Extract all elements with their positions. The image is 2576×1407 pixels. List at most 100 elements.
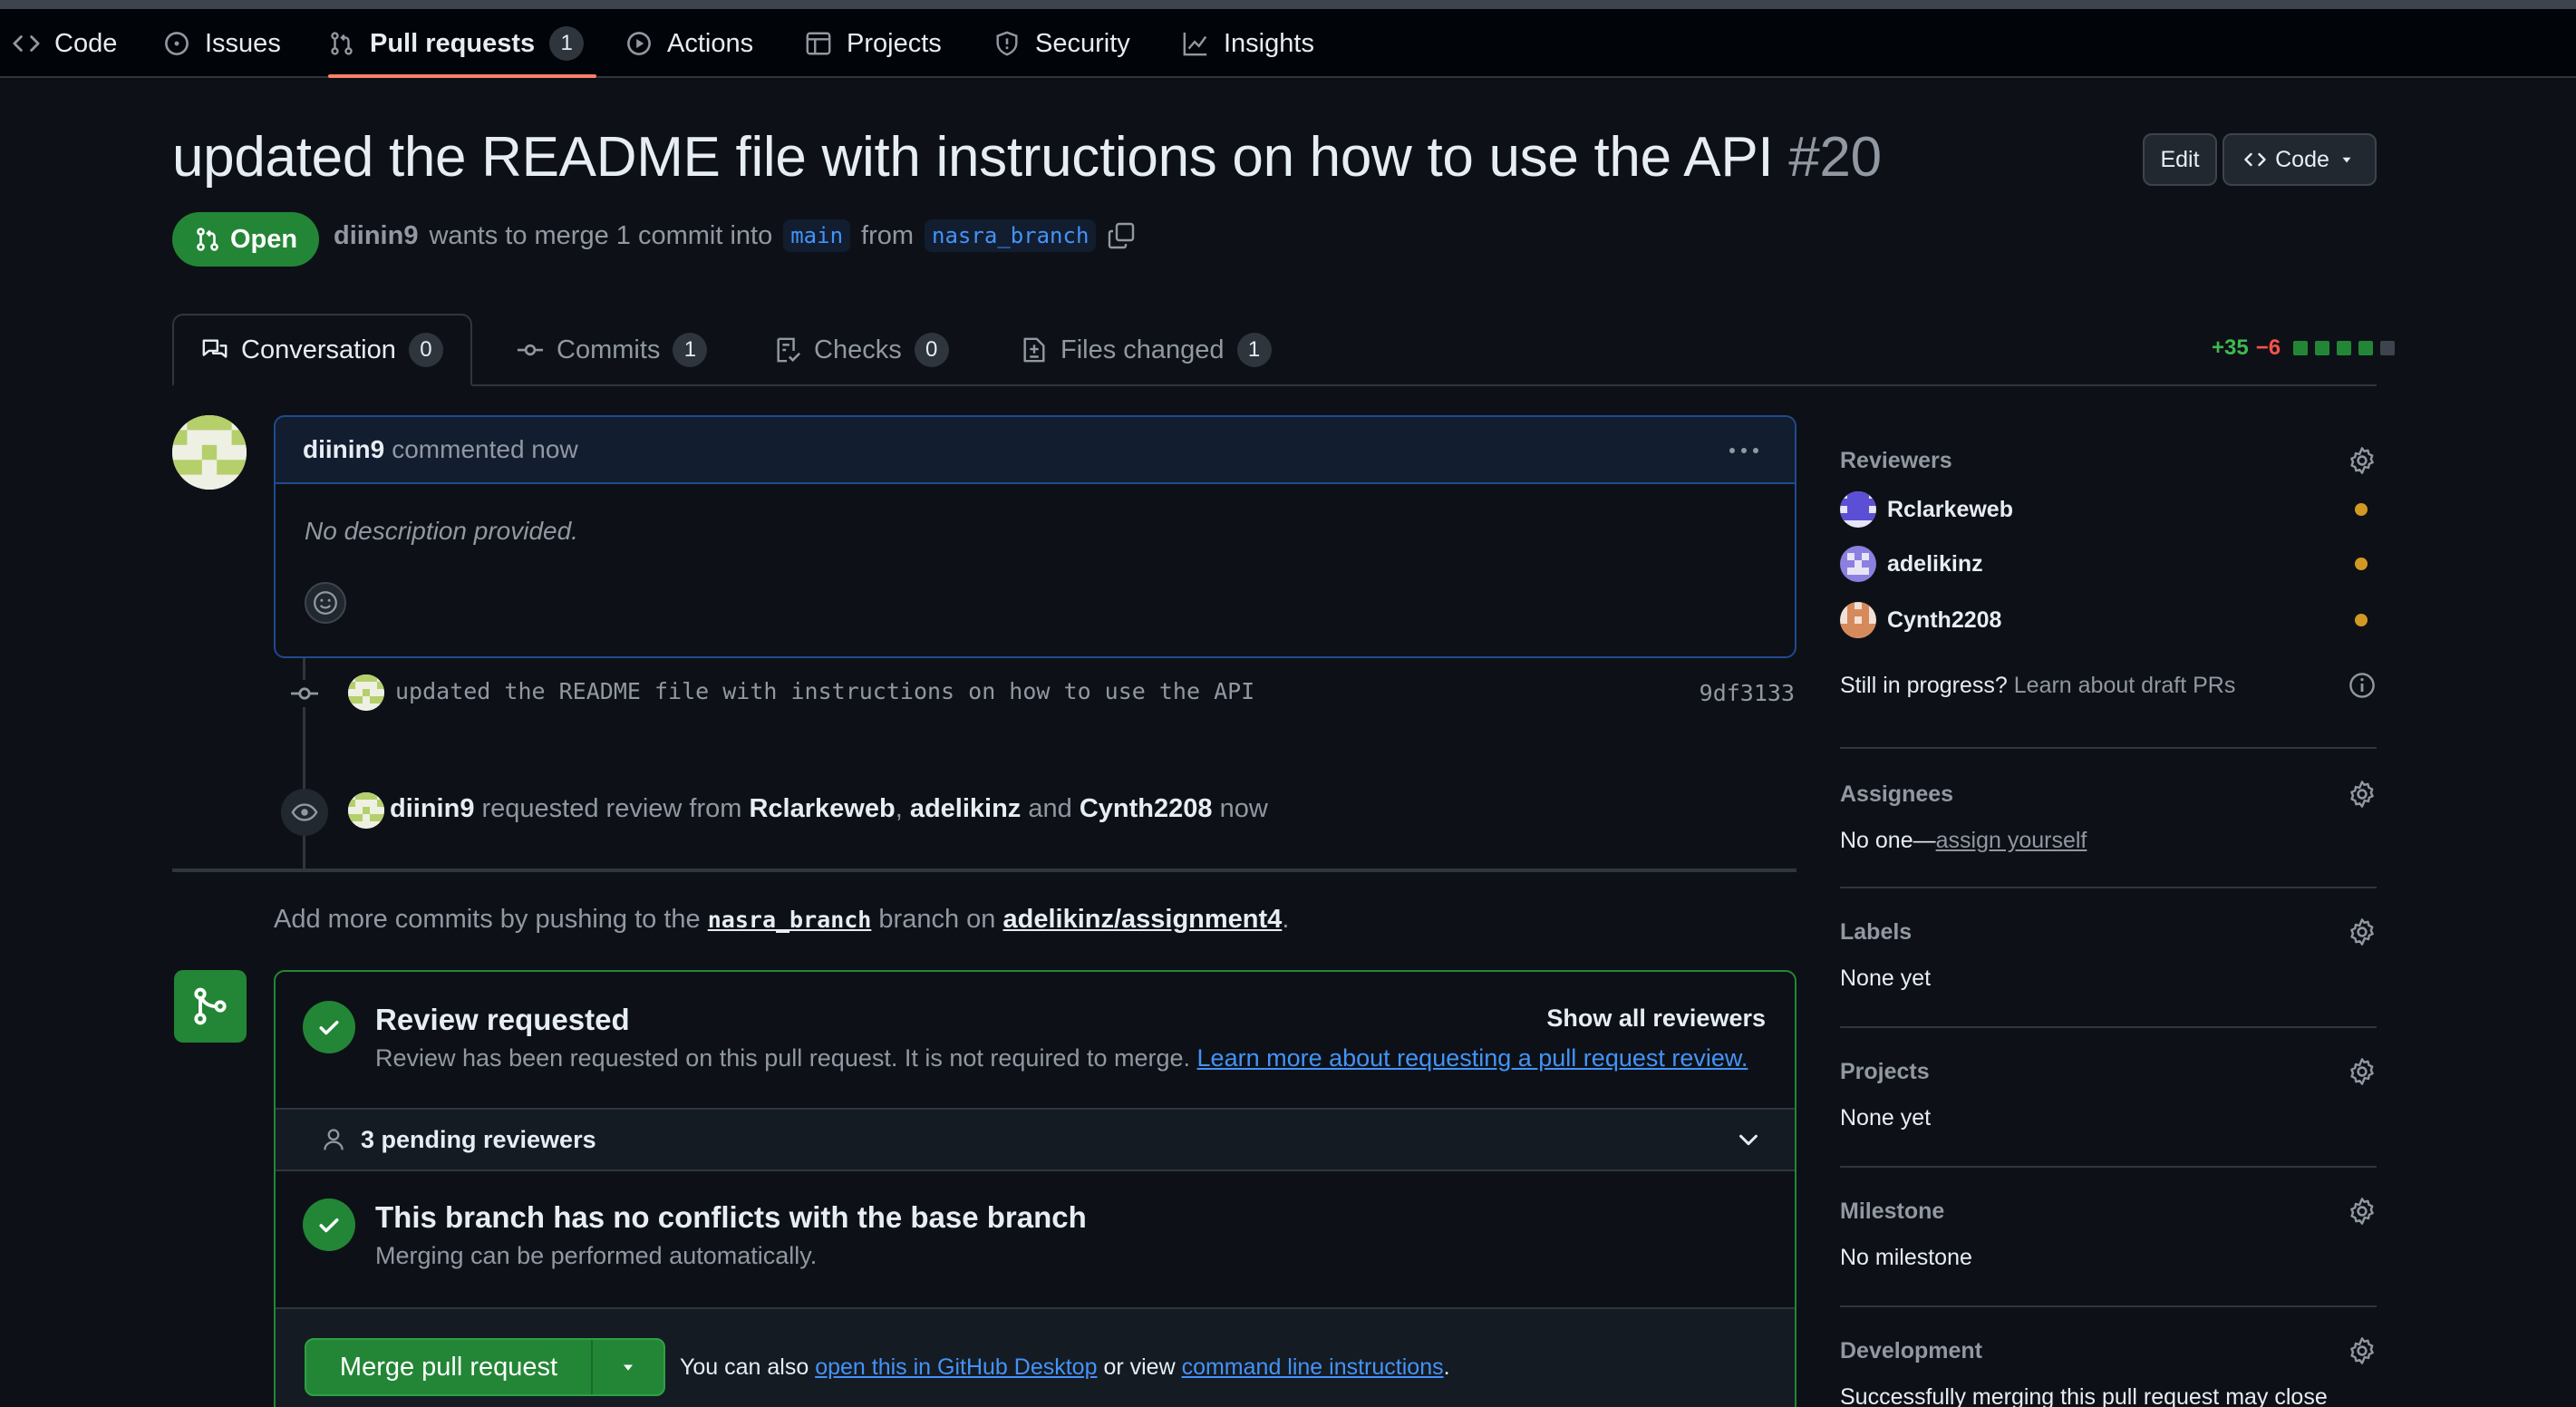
push-hint-branch[interactable]: nasra_branch bbox=[708, 907, 872, 933]
tab-checks[interactable]: Checks 0 bbox=[747, 314, 976, 386]
pr-author-link[interactable]: diinin9 bbox=[334, 221, 418, 251]
nav-actions[interactable]: Actions bbox=[625, 9, 753, 78]
copy-icon[interactable] bbox=[1107, 221, 1136, 250]
tab-conversation-count: 0 bbox=[408, 333, 443, 367]
nav-security[interactable]: Security bbox=[993, 9, 1130, 78]
reviewer-item[interactable]: Rclarkeweb bbox=[1840, 491, 2013, 528]
table-icon bbox=[805, 30, 832, 57]
command-line-link[interactable]: command line instructions bbox=[1182, 1354, 1444, 1380]
repo-nav: Code Issues Pull requests 1 Actions Proj… bbox=[0, 9, 2576, 78]
gear-icon[interactable] bbox=[2348, 1336, 2377, 1365]
avatar[interactable] bbox=[348, 674, 384, 711]
diffstat-additions: +35 bbox=[2212, 335, 2249, 360]
nav-insights[interactable]: Insights bbox=[1182, 9, 1314, 78]
push-hint-repo[interactable]: adelikinz/assignment4 bbox=[1002, 905, 1282, 934]
kebab-horizontal-icon[interactable] bbox=[1729, 448, 1758, 453]
avatar bbox=[1840, 602, 1876, 638]
code-dropdown-button[interactable]: Code bbox=[2223, 133, 2377, 186]
nav-issues[interactable]: Issues bbox=[163, 9, 281, 78]
assignees-heading: Assignees bbox=[1840, 781, 1954, 807]
pull-request-icon bbox=[194, 226, 221, 253]
event-reviewer[interactable]: Rclarkeweb bbox=[749, 794, 895, 823]
avatar[interactable] bbox=[172, 415, 247, 490]
gear-icon[interactable] bbox=[2348, 917, 2377, 946]
github-desktop-link[interactable]: open this in GitHub Desktop bbox=[815, 1354, 1097, 1380]
commit-icon bbox=[517, 336, 544, 364]
person-icon bbox=[321, 1127, 346, 1152]
reviewer-name: Rclarkeweb bbox=[1887, 496, 2013, 522]
gear-icon[interactable] bbox=[2348, 1057, 2377, 1086]
nav-code[interactable]: Code bbox=[13, 9, 117, 78]
nav-code-label: Code bbox=[54, 28, 118, 58]
nav-insights-label: Insights bbox=[1224, 28, 1314, 58]
tab-commits-count: 1 bbox=[673, 333, 708, 367]
review-request-event: diinin9 requested review from Rclarkeweb… bbox=[390, 794, 1268, 824]
info-icon[interactable] bbox=[2348, 671, 2377, 700]
also-prefix: You can also bbox=[680, 1354, 809, 1380]
gear-icon[interactable] bbox=[2348, 780, 2377, 809]
gear-icon[interactable] bbox=[2348, 1197, 2377, 1226]
projects-value: None yet bbox=[1840, 1105, 1932, 1130]
event-actor[interactable]: diinin9 bbox=[390, 794, 474, 823]
nav-projects[interactable]: Projects bbox=[805, 9, 942, 78]
comment-body: No description provided. bbox=[305, 517, 578, 545]
draft-link[interactable]: Learn about draft PRs bbox=[2014, 673, 2236, 698]
push-hint-middle: branch on bbox=[878, 905, 996, 934]
edit-button[interactable]: Edit bbox=[2143, 133, 2217, 186]
draft-question: Still in progress? bbox=[1840, 673, 2008, 698]
timeline-end-divider bbox=[172, 868, 1796, 872]
reviewer-item[interactable]: adelikinz bbox=[1840, 546, 1983, 582]
projects-heading: Projects bbox=[1840, 1059, 1930, 1084]
event-reviewer[interactable]: adelikinz bbox=[910, 794, 1022, 823]
show-all-reviewers-link[interactable]: Show all reviewers bbox=[1546, 1004, 1766, 1033]
sidebar-divider bbox=[1840, 1166, 2377, 1168]
sidebar-divider bbox=[1840, 1026, 2377, 1028]
pending-reviewers-row[interactable]: 3 pending reviewers bbox=[276, 1108, 1795, 1171]
avatar bbox=[1840, 491, 1876, 528]
play-icon bbox=[625, 30, 653, 57]
diffstat-block bbox=[2380, 341, 2396, 355]
reviewer-item[interactable]: Cynth2208 bbox=[1840, 602, 2001, 638]
commit-sha-link[interactable]: 9df3133 bbox=[1700, 680, 1795, 706]
gear-icon[interactable] bbox=[2348, 446, 2377, 475]
development-value: Successfully merging this pull request m… bbox=[1840, 1384, 2328, 1407]
merge-alternatives: You can also open this in GitHub Desktop… bbox=[680, 1354, 1450, 1381]
sidebar-reviewers: Reviewers bbox=[1840, 446, 2377, 475]
base-branch-tag[interactable]: main bbox=[783, 219, 851, 252]
pr-title-text: updated the README file with instruction… bbox=[172, 126, 1774, 189]
milestone-value: No milestone bbox=[1840, 1245, 1972, 1270]
tab-commits[interactable]: Commits 1 bbox=[489, 314, 734, 386]
code-button-label: Code bbox=[2275, 146, 2329, 172]
push-hint-suffix: . bbox=[1282, 905, 1290, 934]
avatar[interactable] bbox=[348, 792, 384, 829]
nav-security-label: Security bbox=[1035, 28, 1130, 58]
or-view-text: or view bbox=[1103, 1354, 1176, 1380]
push-hint: Add more commits by pushing to the nasra… bbox=[274, 905, 1289, 935]
nav-actions-label: Actions bbox=[667, 28, 754, 58]
sidebar-milestone: Milestone No milestone bbox=[1840, 1198, 2377, 1271]
sidebar-divider bbox=[1840, 887, 2377, 888]
commit-message-link[interactable]: updated the README file with instruction… bbox=[395, 678, 1254, 704]
review-requested-sub: Review has been requested on this pull r… bbox=[375, 1044, 1748, 1072]
tab-checks-label: Checks bbox=[814, 335, 902, 364]
smiley-icon bbox=[312, 589, 339, 616]
merge-method-dropdown[interactable] bbox=[593, 1340, 663, 1394]
issue-icon bbox=[163, 30, 190, 57]
nav-pull-requests[interactable]: Pull requests 1 bbox=[328, 9, 596, 78]
comment-author[interactable]: diinin9 bbox=[303, 435, 384, 464]
no-conflicts-title: This branch has no conflicts with the ba… bbox=[375, 1200, 1087, 1234]
development-heading: Development bbox=[1840, 1338, 1982, 1363]
sidebar-labels: Labels None yet bbox=[1840, 917, 2377, 992]
event-reviewer[interactable]: Cynth2208 bbox=[1080, 794, 1213, 823]
tab-conversation-label: Conversation bbox=[241, 335, 396, 364]
merge-pull-request-button[interactable]: Merge pull request bbox=[306, 1340, 593, 1394]
tab-files-changed[interactable]: Files changed 1 bbox=[993, 314, 1299, 386]
sidebar-assignees: Assignees No one—assign yourself bbox=[1840, 781, 2377, 854]
chevron-down-icon[interactable] bbox=[1735, 1126, 1762, 1153]
reviewer-name: adelikinz bbox=[1887, 550, 1983, 577]
tab-conversation[interactable]: Conversation 0 bbox=[172, 314, 472, 386]
head-branch-tag[interactable]: nasra_branch bbox=[925, 219, 1097, 252]
add-reaction-button[interactable] bbox=[305, 582, 346, 624]
assign-yourself-link[interactable]: assign yourself bbox=[1936, 828, 2087, 853]
learn-more-review-link[interactable]: Learn more about requesting a pull reque… bbox=[1197, 1044, 1748, 1072]
